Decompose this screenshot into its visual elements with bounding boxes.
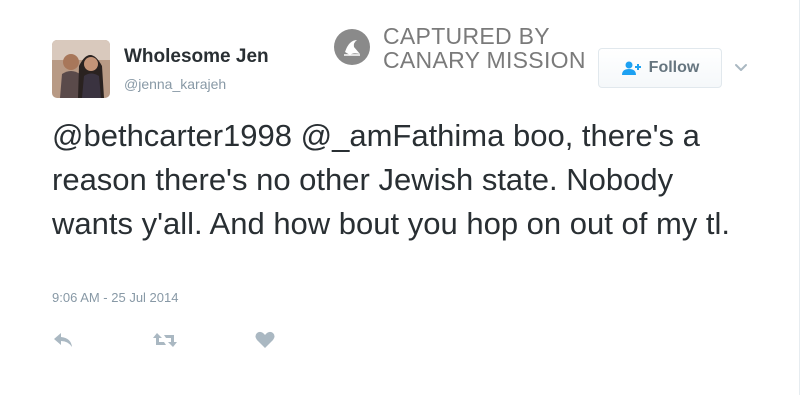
- follow-button[interactable]: Follow: [598, 48, 722, 88]
- follow-label: Follow: [648, 59, 700, 76]
- watermark-line-1: CAPTURED BY: [383, 23, 550, 49]
- display-name[interactable]: Wholesome Jen: [124, 46, 269, 68]
- watermark-line-2: CANARY MISSION: [383, 47, 586, 73]
- chevron-down-icon[interactable]: [732, 58, 750, 76]
- avatar[interactable]: [52, 40, 110, 98]
- tweet-text: @bethcarter1998 @_amFathima boo, there's…: [52, 118, 730, 241]
- username[interactable]: @jenna_karajeh: [124, 76, 226, 92]
- reply-icon[interactable]: [52, 330, 74, 350]
- add-user-icon: [621, 61, 641, 75]
- timestamp[interactable]: 9:06 AM - 25 Jul 2014: [52, 290, 178, 305]
- heart-icon[interactable]: [254, 330, 276, 350]
- tweet-card: Wholesome Jen @jenna_karajeh CAPTURED BY…: [0, 0, 800, 395]
- retweet-icon[interactable]: [152, 330, 178, 350]
- canary-mission-logo: [334, 29, 370, 65]
